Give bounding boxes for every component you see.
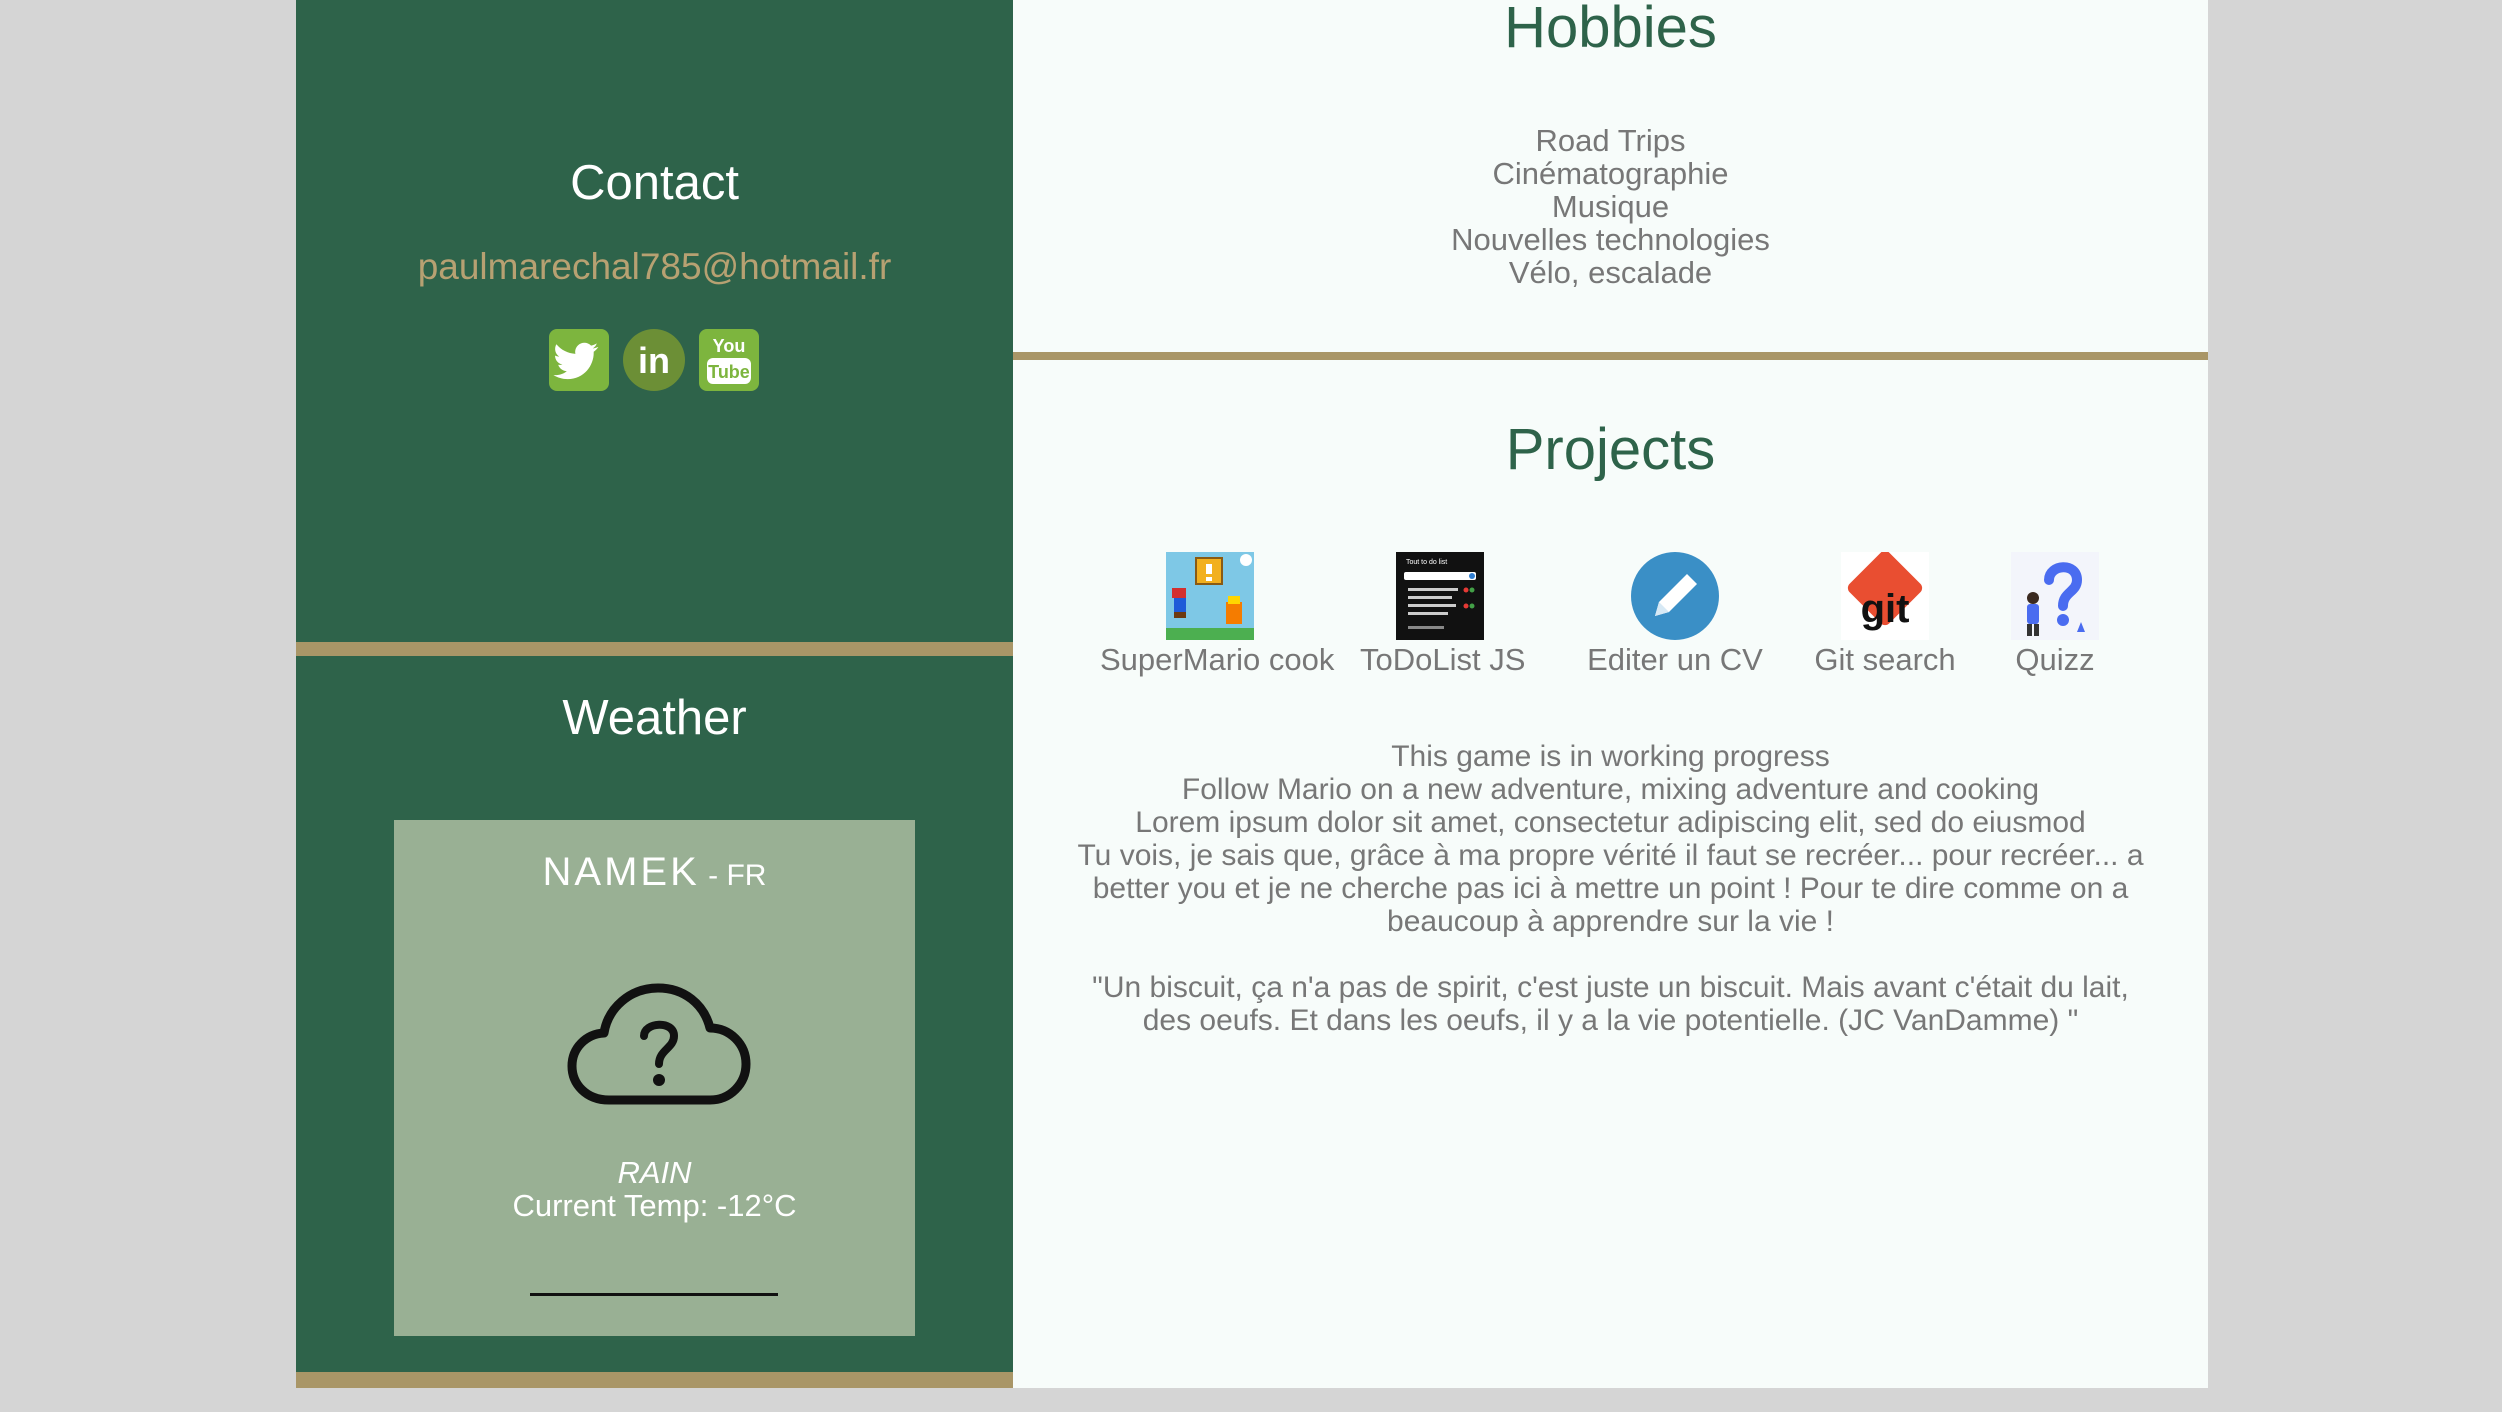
project-label: Quizz xyxy=(2015,642,2095,677)
list-item: Musique xyxy=(1551,189,1670,224)
weather-condition: RAIN xyxy=(617,1155,692,1190)
description-quote: "Un biscuit, ça n'a pas de spirit, c'est… xyxy=(1092,971,2129,1037)
left-panel: Contact paulmarechal785@hotmail.fr in Yo… xyxy=(296,0,1013,1388)
project-git-search[interactable]: git Git search xyxy=(1810,552,1960,678)
project-editer-cv[interactable]: Editer un CV xyxy=(1575,552,1775,678)
section-divider xyxy=(296,642,1013,656)
page: Contact paulmarechal785@hotmail.fr in Yo… xyxy=(296,0,2208,1388)
linkedin-icon-text: in xyxy=(638,340,670,381)
section-divider xyxy=(1013,352,2208,360)
list-item: Road Trips xyxy=(1535,123,1686,158)
hobbies-title: Hobbies xyxy=(1504,0,1717,60)
todolist-thumbnail-text: Tout to do list xyxy=(1406,559,1447,566)
quizz-thumbnail xyxy=(2011,552,2099,640)
git-logo-text: git xyxy=(1861,587,1910,631)
project-label: ToDoList JS xyxy=(1360,642,1526,677)
project-quizz[interactable]: Quizz xyxy=(1995,552,2115,678)
git-logo: git xyxy=(1841,552,1929,640)
todolist-thumbnail: Tout to do list xyxy=(1396,552,1484,640)
hobbies-list: Road Trips Cinématographie Musique Nouve… xyxy=(1013,124,2208,289)
weather-city: NAMEK xyxy=(542,850,700,894)
weather-underline xyxy=(530,1293,778,1296)
weather-temperature: Current Temp: -12°C xyxy=(512,1188,797,1223)
weather-card: NAMEK - FR RAIN Current Temp: -12°C xyxy=(394,820,915,1336)
supermario-thumbnail xyxy=(1166,552,1254,640)
project-description: This game is in working progress Follow … xyxy=(1073,740,2148,1037)
project-todolist[interactable]: Tout to do list ToDoList JS xyxy=(1360,552,1526,678)
weather-location: NAMEK - FR xyxy=(394,850,915,895)
linkedin-icon[interactable]: in xyxy=(623,328,685,392)
social-links: in You Tube xyxy=(548,328,761,392)
cloud-question-icon xyxy=(564,978,754,1110)
description-line: Follow Mario on a new adventure, mixing … xyxy=(1181,773,2040,806)
list-item: Vélo, escalade xyxy=(1508,255,1713,290)
contact-email-link[interactable]: paulmarechal785@hotmail.fr xyxy=(296,246,1013,288)
description-line: Tu vois, je sais que, grâce à ma propre … xyxy=(1077,839,2144,938)
youtube-icon-text-bottom: Tube xyxy=(708,362,750,382)
twitter-icon[interactable] xyxy=(548,328,610,392)
list-item: Cinématographie xyxy=(1492,156,1729,191)
list-item: Nouvelles technologies xyxy=(1451,222,1770,257)
project-supermario[interactable]: SuperMario cook xyxy=(1100,552,1335,678)
projects-section: Projects SuperMario cook Tout to do list… xyxy=(1013,360,2208,1388)
description-line: This game is in working progress xyxy=(1391,740,1830,773)
project-label: Editer un CV xyxy=(1587,642,1763,677)
youtube-icon-text-top: You xyxy=(713,336,746,356)
weather-title: Weather xyxy=(562,691,747,745)
description-line: Lorem ipsum dolor sit amet, consectetur … xyxy=(1135,806,2086,839)
project-label: SuperMario cook xyxy=(1100,642,1335,677)
bottom-divider xyxy=(296,1372,1013,1388)
weather-country: - FR xyxy=(699,859,767,892)
youtube-icon[interactable]: You Tube xyxy=(698,328,760,392)
projects-title: Projects xyxy=(1505,417,1716,482)
pencil-icon xyxy=(1631,552,1719,640)
project-label: Git search xyxy=(1814,642,1956,677)
contact-title: Contact xyxy=(570,156,739,210)
